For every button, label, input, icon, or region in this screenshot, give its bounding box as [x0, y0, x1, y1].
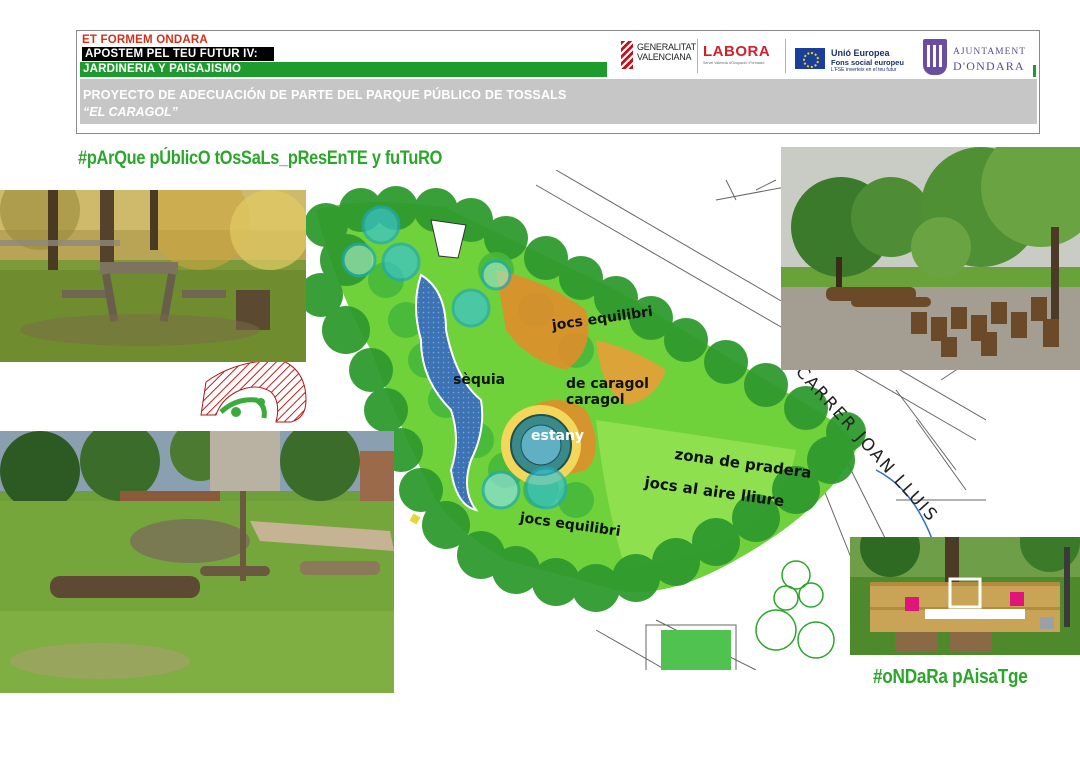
project-title: PROYECTO DE ADECUACIÓN DE PARTE DEL PARQ… [83, 88, 567, 102]
eu-flag-icon [795, 48, 825, 69]
header-box: ET FORMEM ONDARA APOSTEM PEL TEU FUTUR I… [76, 30, 1040, 134]
header-line-3: JARDINERIA Y PAISAJISMO [80, 62, 607, 77]
green-plot [661, 630, 731, 675]
ajuntament-line-2: D'ONDARA [953, 59, 1025, 73]
photo-log-seating [781, 147, 1080, 370]
label-caragol-1: de caragol [566, 376, 649, 392]
generalitat-emblem-icon [621, 41, 633, 69]
eu-line-3: L'FSE inverteix en el teu futur [831, 67, 897, 73]
ajuntament-accent-bar [1033, 65, 1036, 77]
ajuntament-line-1: AJUNTAMENT [953, 47, 1027, 57]
project-title-band: PROYECTO DE ADECUACIÓN DE PARTE DEL PARQ… [80, 79, 1037, 124]
hashtag-top: #pArQue pÚblicO tOsSaLs_pResEnTE y fuTuR… [78, 148, 443, 169]
label-caragol-2: caragol [566, 392, 625, 408]
labora-logo: LABORA Servei Valencià d'Ocupació i Form… [703, 37, 781, 71]
shrub-outlines [755, 560, 835, 659]
eu-line-1: Unió Europea [831, 48, 890, 58]
red-path-element [200, 359, 307, 423]
logo-divider [785, 39, 786, 73]
header-line-2: APOSTEM PEL TEU FUTUR IV: [82, 47, 274, 61]
generalitat-logo: GENERALITAT VALENCIANA [613, 37, 696, 71]
ajuntament-emblem-icon [923, 39, 947, 75]
generalitat-line-2: VALENCIANA [637, 52, 692, 62]
label-estany: estany [531, 428, 585, 444]
eu-logo: Unió Europea Fons social europeu L'FSE i… [795, 37, 919, 73]
label-sequia: sèquia [453, 372, 506, 388]
labora-subtitle: Servei Valencià d'Ocupació i Formació [703, 61, 765, 65]
ajuntament-logo: AJUNTAMENT D'ONDARA [923, 37, 1036, 77]
hashtag-bottom: #oNDaRa pAisaTge [873, 666, 1028, 688]
photo-picnic-table [0, 190, 306, 362]
photo-straw-bales [850, 537, 1080, 655]
logo-divider [697, 39, 698, 73]
project-subtitle: “EL CARAGOL” [83, 105, 178, 119]
eu-line-2: Fons social europeu [831, 58, 904, 67]
photo-park-pond [0, 431, 394, 693]
header-line-1: ET FORMEM ONDARA [82, 34, 208, 46]
generalitat-line-1: GENERALITAT [637, 42, 696, 52]
labora-wordmark: LABORA [703, 43, 771, 60]
